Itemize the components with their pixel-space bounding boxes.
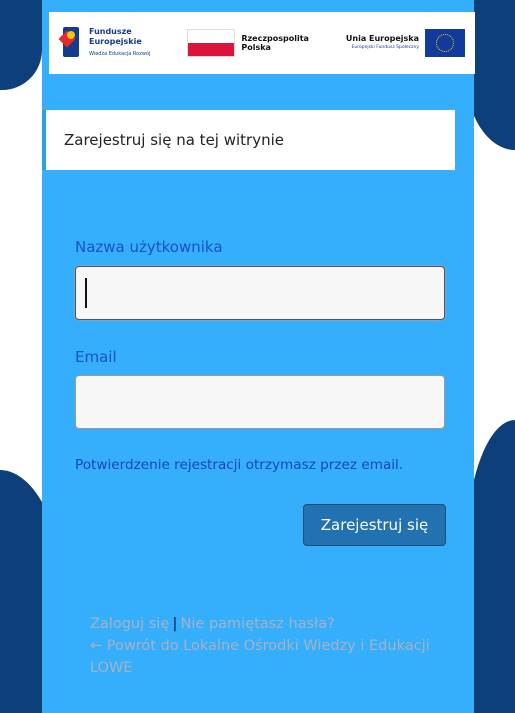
lost-password-link[interactable]: Nie pamiętasz hasła? [181, 616, 335, 632]
logo-text: Europejskie [89, 37, 142, 46]
fundusze-europejskie-icon [58, 25, 83, 61]
fundusze-europejskie-logo: Fundusze Europejskie Wiedza Edukacja Roz… [58, 25, 151, 61]
polish-flag-icon [187, 29, 236, 57]
logo-text: Fundusze [89, 27, 132, 36]
text-cursor [85, 278, 87, 308]
footer-nav: Zaloguj się | Nie pamiętasz hasła? ← Powró… [90, 613, 430, 679]
logo-text: Europejski Fundusz Społeczny [351, 45, 419, 50]
logo-text: Unia Europejska [345, 34, 419, 43]
username-label: Nazwa użytkownika [75, 238, 223, 256]
background-shape [0, 0, 42, 90]
rzeczpospolita-polska-logo: Rzeczpospolita Polska [187, 29, 309, 57]
nav-separator: | [172, 616, 178, 632]
username-input[interactable] [75, 266, 445, 320]
logo-text: Polska [241, 43, 271, 52]
login-link[interactable]: Zaloguj się [90, 616, 169, 632]
unia-europejska-logo: Unia Europejska Europejski Fundusz Społe… [346, 29, 465, 57]
logo-text: Rzeczpospolita [241, 34, 309, 43]
email-label: Email [75, 348, 117, 366]
registration-notice: Potwierdzenie rejestracji otrzymasz prze… [75, 457, 404, 473]
register-button[interactable]: Zarejestruj się [303, 504, 446, 546]
eu-funding-logos-banner: Fundusze Europejskie Wiedza Edukacja Roz… [49, 12, 475, 74]
eu-flag-icon [424, 29, 465, 57]
register-message: Zarejestruj się na tej witrynie [42, 110, 455, 170]
logo-text: Wiedza Edukacja Rozwój [89, 51, 151, 57]
email-input[interactable] [75, 375, 445, 429]
back-to-site-link[interactable]: ← Powrót do Lokalne Ośrodki Wiedzy i Edu… [90, 638, 430, 676]
